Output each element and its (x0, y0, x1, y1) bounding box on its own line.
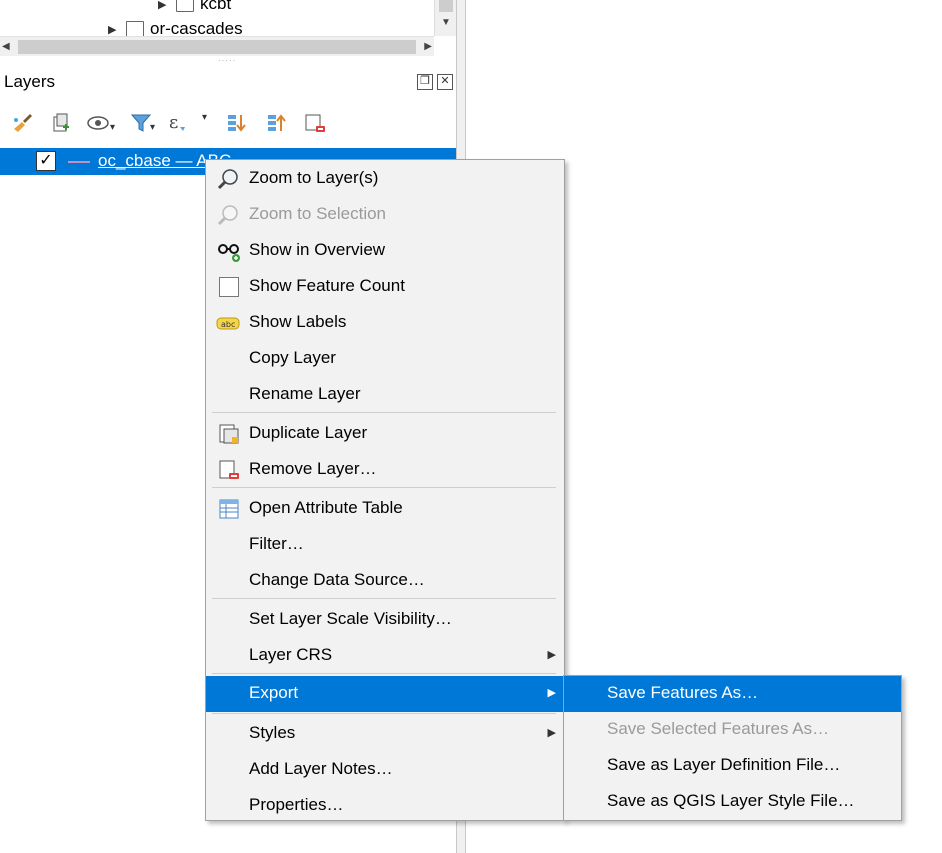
checkbox-icon[interactable] (216, 275, 242, 299)
menu-separator (212, 487, 556, 488)
menu-item-label: Styles (249, 723, 296, 742)
expand-arrow-icon[interactable]: ▶ (108, 23, 120, 36)
remove-layer-icon[interactable] (302, 110, 328, 136)
submenu-arrow-icon: ▶ (547, 687, 556, 699)
menu-separator (212, 713, 556, 714)
menu-item-add-layer-notes[interactable]: Add Layer Notes… (206, 752, 564, 788)
menu-separator (212, 598, 556, 599)
expand-all-icon[interactable] (224, 110, 250, 136)
menu-item-label: Remove Layer… (249, 459, 377, 478)
paint-brush-icon[interactable] (10, 110, 36, 136)
submenu-arrow-icon: ▶ (547, 649, 556, 661)
scroll-down-icon[interactable]: ▼ (435, 14, 457, 32)
menu-item-label: Zoom to Selection (249, 204, 387, 223)
float-panel-icon[interactable]: ❐ (417, 74, 433, 90)
svg-text:ε: ε (169, 112, 178, 133)
menu-separator (212, 412, 556, 413)
layers-panel-header: Layers ❐ ✕ (0, 66, 458, 100)
labels-abc-icon: abc (216, 311, 242, 335)
duplicate-layer-icon (216, 422, 242, 446)
menu-item-label: Save Selected Features As… (607, 719, 830, 738)
zoom-selection-icon (216, 203, 242, 227)
scrollbar-thumb[interactable] (18, 40, 416, 54)
menu-item-label: Filter… (249, 534, 304, 553)
vertical-scrollbar[interactable]: ▼ (434, 0, 456, 36)
chevron-down-icon[interactable]: ▾ (110, 122, 115, 133)
menu-item-label: Add Layer Notes… (249, 759, 393, 778)
submenu-arrow-icon: ▶ (547, 727, 556, 739)
expand-arrow-icon[interactable]: ▶ (158, 0, 170, 11)
scroll-left-icon[interactable]: ◀ (2, 37, 18, 57)
menu-item-label: Export (249, 683, 299, 702)
menu-item-label: Rename Layer (249, 384, 361, 403)
chevron-down-icon[interactable]: ▾ (202, 112, 207, 123)
attribute-table-icon (216, 497, 242, 521)
chevron-down-icon[interactable]: ▾ (150, 122, 155, 133)
menu-item-label: Properties… (249, 795, 344, 814)
menu-item-label: Duplicate Layer (249, 423, 368, 442)
menu-item-save-qgis-layer-style[interactable]: Save as QGIS Layer Style File… (564, 784, 901, 820)
menu-item-label: Set Layer Scale Visibility… (249, 609, 452, 628)
menu-item-styles[interactable]: Styles ▶ (206, 716, 564, 752)
svg-text:abc: abc (221, 320, 235, 329)
menu-item-save-selected-features-as[interactable]: Save Selected Features As… (564, 712, 901, 748)
menu-item-remove-layer[interactable]: Remove Layer… (206, 452, 564, 488)
eye-icon[interactable] (86, 110, 112, 136)
menu-item-label: Layer CRS (249, 645, 333, 664)
menu-item-label: Save as QGIS Layer Style File… (607, 791, 855, 810)
folder-icon (126, 21, 144, 37)
menu-item-save-layer-definition[interactable]: Save as Layer Definition File… (564, 748, 901, 784)
menu-item-label: Show Feature Count (249, 276, 405, 295)
menu-item-label: Zoom to Layer(s) (249, 168, 379, 187)
menu-item-open-attribute-table[interactable]: Open Attribute Table (206, 491, 564, 527)
zoom-layer-icon (216, 167, 242, 191)
scrollbar-thumb[interactable] (439, 0, 453, 12)
menu-item-label: Show in Overview (249, 240, 386, 259)
menu-item-properties[interactable]: Properties… (206, 788, 564, 824)
menu-item-show-feature-count[interactable]: Show Feature Count (206, 269, 564, 305)
menu-item-label: Open Attribute Table (249, 498, 403, 517)
expression-filter-icon[interactable]: ε (166, 110, 192, 136)
menu-item-label: Save Features As… (607, 683, 759, 702)
export-submenu: Save Features As… Save Selected Features… (563, 675, 902, 821)
menu-item-label: Save as Layer Definition File… (607, 755, 841, 774)
menu-item-filter[interactable]: Filter… (206, 527, 564, 563)
menu-item-copy-layer[interactable]: Copy Layer (206, 341, 564, 377)
close-panel-icon[interactable]: ✕ (437, 74, 453, 90)
menu-item-duplicate-layer[interactable]: Duplicate Layer (206, 416, 564, 452)
overview-glasses-icon (216, 239, 242, 263)
layer-visibility-checkbox[interactable]: ✓ (36, 151, 56, 171)
layers-toolbar: ▾ ▾ ε ▾ (0, 102, 458, 142)
tree-item[interactable]: ▶ kcbt (158, 0, 231, 14)
horizontal-scrollbar[interactable]: ◀ ▶ (0, 36, 434, 56)
collapse-all-icon[interactable] (264, 110, 290, 136)
menu-item-rename-layer[interactable]: Rename Layer (206, 377, 564, 413)
menu-item-set-scale-visibility[interactable]: Set Layer Scale Visibility… (206, 602, 564, 638)
menu-item-show-in-overview[interactable]: Show in Overview (206, 233, 564, 269)
tree-item-label: kcbt (200, 0, 232, 13)
menu-item-zoom-to-selection[interactable]: Zoom to Selection (206, 197, 564, 233)
menu-item-label: Show Labels (249, 312, 347, 331)
add-group-icon[interactable] (48, 110, 74, 136)
menu-item-show-labels[interactable]: abc Show Labels (206, 305, 564, 341)
menu-item-layer-crs[interactable]: Layer CRS ▶ (206, 638, 564, 674)
menu-item-save-features-as[interactable]: Save Features As… (564, 676, 901, 712)
remove-layer-icon (216, 458, 242, 482)
menu-item-zoom-to-layer[interactable]: Zoom to Layer(s) (206, 161, 564, 197)
menu-item-export[interactable]: Export ▶ (206, 676, 564, 712)
menu-item-label: Change Data Source… (249, 570, 425, 589)
splitter-handle[interactable]: ····· (218, 57, 242, 65)
layer-context-menu: Zoom to Layer(s) Zoom to Selection Show … (205, 159, 565, 821)
scroll-right-icon[interactable]: ▶ (416, 37, 432, 57)
menu-item-label: Copy Layer (249, 348, 336, 367)
menu-separator (212, 673, 556, 674)
line-symbol-icon (68, 161, 90, 163)
folder-icon (176, 0, 194, 12)
menu-item-change-data-source[interactable]: Change Data Source… (206, 563, 564, 599)
panel-title: Layers (4, 72, 56, 91)
browser-tree: ▶ kcbt ▶ or-cascades ▼ ◀ ▶ (0, 0, 458, 58)
